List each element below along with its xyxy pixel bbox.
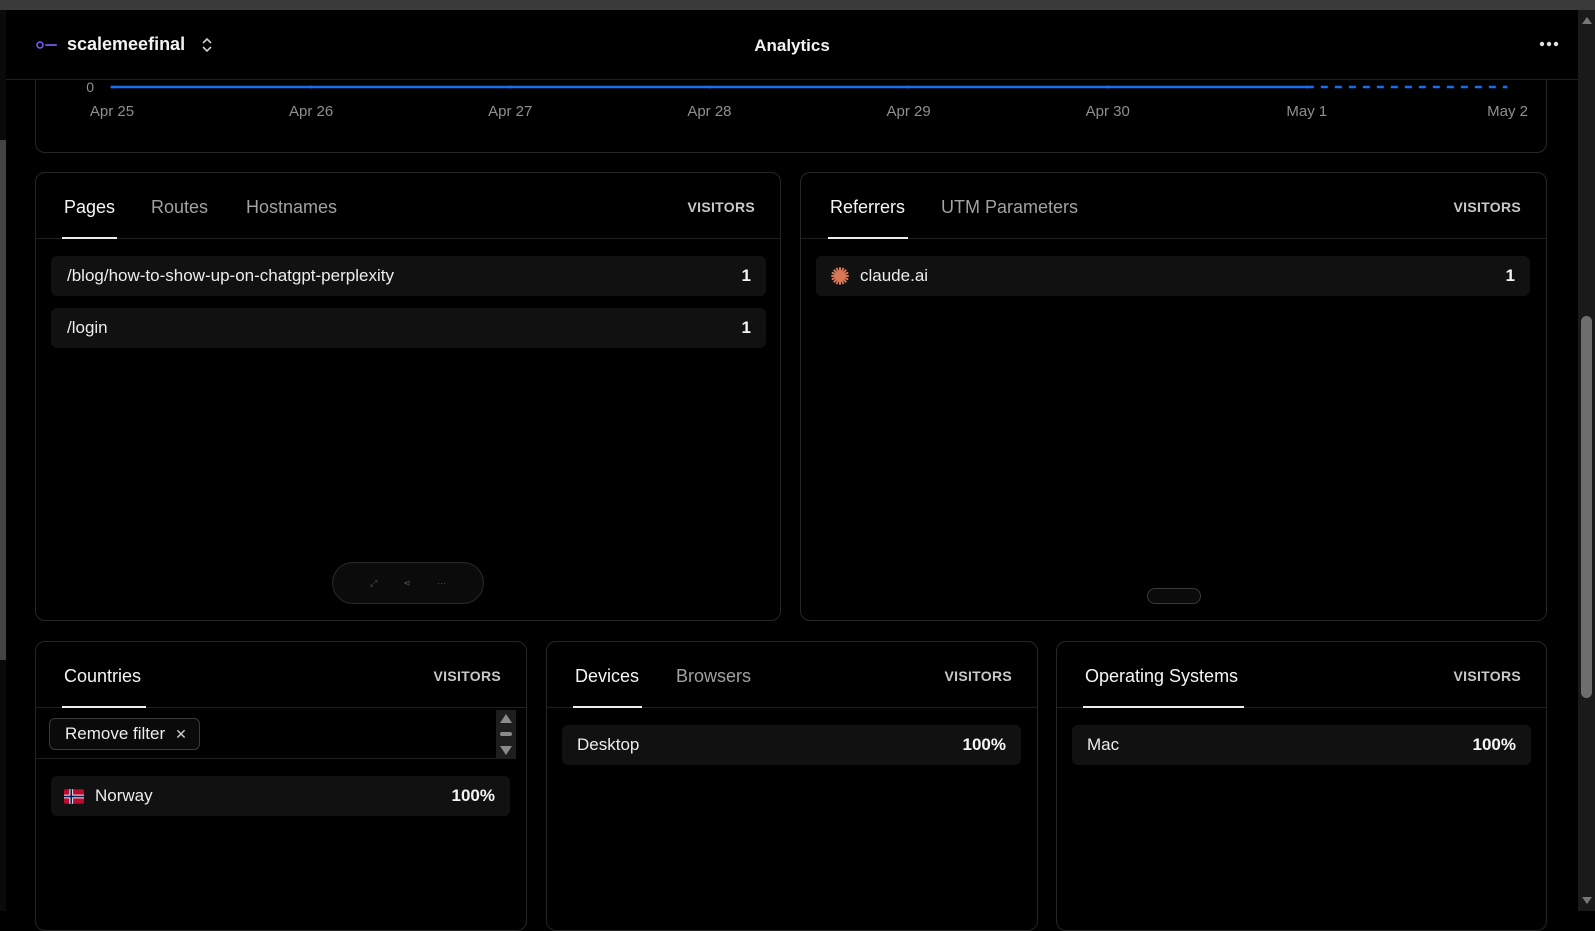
active-tab-indicator [573, 706, 642, 708]
page-scroll-thumb[interactable] [1581, 316, 1592, 698]
tab-operating-systems[interactable]: Operating Systems [1085, 666, 1238, 687]
left-scroll-thumb [0, 140, 6, 660]
data-point[interactable] [1305, 85, 1309, 89]
window-top-strip [0, 0, 1595, 10]
page-scrollbar[interactable] [1578, 10, 1595, 911]
scroll-up-arrow-icon[interactable] [500, 714, 512, 723]
left-edge-scrollbar [0, 10, 6, 911]
x-tick-label: May 1 [1286, 103, 1327, 120]
visitors-column-label: VISITORS [1453, 199, 1521, 215]
active-tab-indicator [828, 237, 908, 239]
tab-routes[interactable]: Routes [151, 197, 208, 218]
devices-card-header: Devices Browsers VISITORS [547, 642, 1037, 708]
scroll-up-arrow-icon[interactable] [1582, 17, 1592, 24]
visitors-column-label: VISITORS [433, 668, 501, 684]
countries-card: Countries VISITORS Remove filter ✕ Norwa… [35, 641, 527, 931]
list-item[interactable]: /blog/how-to-show-up-on-chatgpt-perplexi… [51, 256, 766, 296]
page-path: /login [67, 318, 108, 337]
pages-card: Pages Routes Hostnames VISITORS /blog/ho… [35, 172, 781, 621]
tab-browsers[interactable]: Browsers [676, 666, 751, 687]
data-point[interactable] [508, 85, 512, 89]
data-point[interactable] [1504, 85, 1508, 89]
pages-card-header: Pages Routes Hostnames VISITORS [36, 173, 780, 239]
filter-scrollbar[interactable] [496, 710, 516, 759]
os-name: Mac [1087, 735, 1120, 754]
card-toolbar: ⤢ ⋖ ··· [332, 562, 484, 604]
data-point[interactable] [707, 85, 711, 89]
scroll-down-arrow-icon[interactable] [500, 746, 512, 755]
os-card-header: Operating Systems VISITORS [1057, 642, 1546, 708]
norway-flag-icon [64, 788, 84, 804]
tab-referrers[interactable]: Referrers [830, 197, 905, 218]
x-tick-label: Apr 28 [687, 103, 731, 120]
device-name: Desktop [577, 735, 640, 754]
scroll-down-arrow-icon[interactable] [1582, 897, 1592, 904]
share-icon[interactable]: ⋖ [403, 578, 411, 589]
visitor-percent: 100% [451, 786, 495, 805]
countries-card-header: Countries VISITORS [36, 642, 526, 708]
x-tick-label: Apr 26 [289, 103, 333, 120]
top-header: scalemeefinal Analytics [6, 10, 1578, 80]
expand-icon[interactable]: ⤢ [370, 578, 377, 589]
list-item[interactable]: Norway 100% [51, 776, 510, 816]
x-tick-label: May 2 [1487, 103, 1528, 120]
referrer-name: claude.ai [860, 266, 929, 285]
tab-pages[interactable]: Pages [64, 197, 115, 218]
tab-utm-parameters[interactable]: UTM Parameters [941, 197, 1078, 218]
referrers-card: Referrers UTM Parameters VISITORS claude… [800, 172, 1547, 621]
visitors-column-label: VISITORS [944, 668, 1012, 684]
x-tick-label: Apr 25 [90, 103, 134, 120]
devices-card: Devices Browsers VISITORS Desktop 100% [546, 641, 1038, 931]
visitor-count: 1 [741, 266, 751, 285]
list-item[interactable]: claude.ai 1 [816, 256, 1530, 296]
data-point[interactable] [1106, 85, 1110, 89]
tab-countries[interactable]: Countries [64, 666, 141, 687]
remove-filter-label: Remove filter [65, 724, 166, 743]
visitor-count: 1 [1505, 266, 1515, 285]
visitor-percent: 100% [1472, 735, 1516, 754]
filter-bar: Remove filter ✕ [36, 709, 516, 759]
claude-logo-icon [830, 266, 850, 286]
data-point[interactable] [110, 85, 114, 89]
visitors-column-label: VISITORS [1453, 668, 1521, 684]
data-point[interactable] [907, 85, 911, 89]
operating-systems-card: Operating Systems VISITORS Mac 100% [1056, 641, 1547, 931]
visitors-column-label: VISITORS [687, 199, 755, 215]
x-tick-label: Apr 30 [1086, 103, 1130, 120]
more-options-icon[interactable] [1534, 32, 1564, 56]
tab-devices[interactable]: Devices [575, 666, 639, 687]
referrers-card-header: Referrers UTM Parameters VISITORS [801, 173, 1546, 239]
page-title: Analytics [754, 36, 830, 55]
active-tab-indicator [1083, 706, 1244, 708]
x-tick-label: Apr 27 [488, 103, 532, 120]
active-tab-indicator [62, 237, 117, 239]
scroll-thumb[interactable] [500, 732, 512, 736]
visitor-percent: 100% [962, 735, 1006, 754]
close-icon[interactable]: ✕ [175, 726, 187, 743]
more-icon[interactable]: ··· [437, 578, 446, 588]
card-toolbar-collapsed[interactable] [1147, 588, 1201, 604]
data-point[interactable] [309, 85, 313, 89]
remove-filter-chip[interactable]: Remove filter ✕ [49, 718, 200, 750]
tab-hostnames[interactable]: Hostnames [246, 197, 337, 218]
country-name: Norway [95, 786, 153, 805]
list-item[interactable]: Desktop 100% [562, 725, 1021, 765]
list-item[interactable]: /login 1 [51, 308, 766, 348]
page-path: /blog/how-to-show-up-on-chatgpt-perplexi… [67, 266, 394, 285]
x-tick-label: Apr 29 [886, 103, 930, 120]
list-item[interactable]: Mac 100% [1072, 725, 1531, 765]
visitor-count: 1 [741, 318, 751, 337]
active-tab-indicator [62, 706, 146, 708]
y-tick-label: 0 [86, 79, 94, 95]
